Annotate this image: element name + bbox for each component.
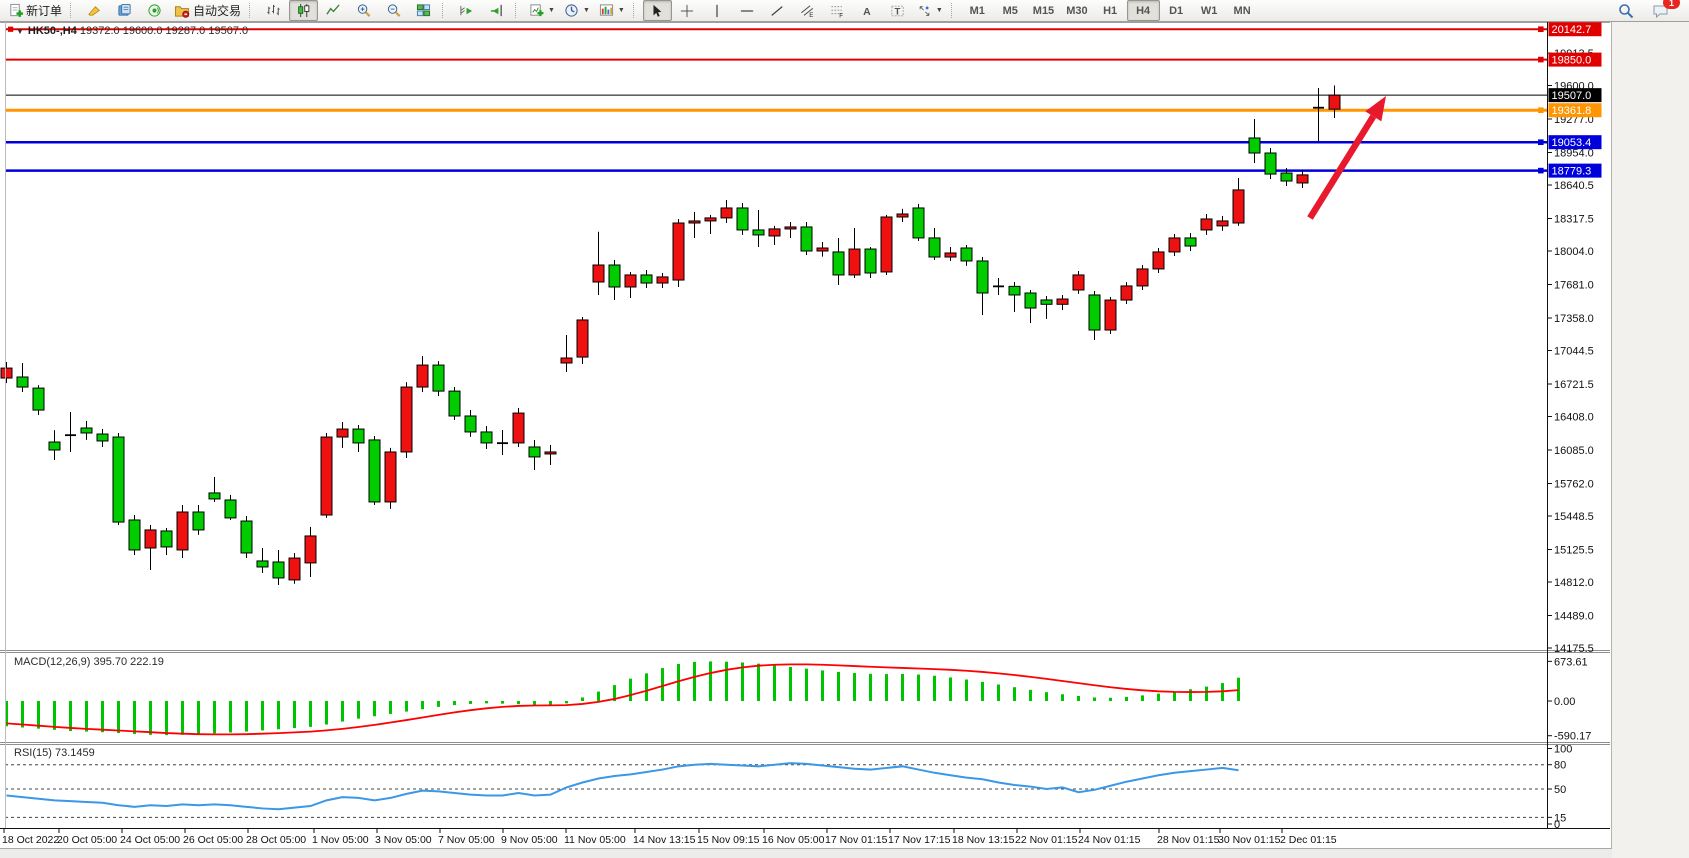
svg-text:17044.5: 17044.5 — [1554, 346, 1594, 358]
svg-text:18779.3: 18779.3 — [1552, 166, 1592, 178]
price-badge-19850.0: 19850.0 — [1549, 53, 1602, 67]
svg-text:2 Dec 01:15: 2 Dec 01:15 — [1280, 834, 1337, 846]
svg-text:17358.0: 17358.0 — [1554, 313, 1594, 325]
svg-text:16408.0: 16408.0 — [1554, 412, 1594, 424]
svg-text:9 Nov 05:00: 9 Nov 05:00 — [501, 834, 558, 846]
svg-text:18 Oct 2022: 18 Oct 2022 — [2, 834, 59, 846]
svg-text:0.00: 0.00 — [1554, 696, 1575, 708]
svg-text:20 Oct 05:00: 20 Oct 05:00 — [57, 834, 117, 846]
svg-text:14489.0: 14489.0 — [1554, 610, 1594, 622]
svg-text:15762.0: 15762.0 — [1554, 478, 1594, 490]
svg-text:18004.0: 18004.0 — [1554, 246, 1594, 258]
chart-background — [0, 22, 1689, 858]
svg-text:18954.0: 18954.0 — [1554, 147, 1594, 159]
line-handle[interactable] — [1538, 57, 1544, 63]
price-badge-19053.4: 19053.4 — [1549, 135, 1602, 149]
status-strip — [0, 848, 1612, 858]
svg-text:7 Nov 05:00: 7 Nov 05:00 — [438, 834, 495, 846]
svg-text:17 Nov 01:15: 17 Nov 01:15 — [825, 834, 888, 846]
svg-text:16 Nov 05:00: 16 Nov 05:00 — [762, 834, 825, 846]
price-badge-18779.3: 18779.3 — [1549, 164, 1602, 178]
svg-text:24 Oct 05:00: 24 Oct 05:00 — [120, 834, 180, 846]
svg-text:19850.0: 19850.0 — [1552, 55, 1592, 67]
price-badge-19507.0: 19507.0 — [1549, 88, 1602, 102]
svg-text:30 Nov 01:15: 30 Nov 01:15 — [1218, 834, 1281, 846]
line-handle[interactable] — [1538, 168, 1544, 174]
svg-text:19361.8: 19361.8 — [1552, 105, 1592, 117]
svg-text:17681.0: 17681.0 — [1554, 279, 1594, 291]
svg-text:18640.5: 18640.5 — [1554, 180, 1594, 192]
svg-text:673.61: 673.61 — [1554, 656, 1588, 668]
line-handle[interactable] — [8, 27, 13, 32]
svg-text:18317.5: 18317.5 — [1554, 213, 1594, 225]
chart-canvas: 19913.519600.019277.018954.018640.518317… — [0, 0, 1689, 858]
svg-text:3 Nov 05:00: 3 Nov 05:00 — [375, 834, 432, 846]
svg-text:50: 50 — [1554, 784, 1566, 796]
svg-text:15448.5: 15448.5 — [1554, 511, 1594, 523]
svg-text:15125.5: 15125.5 — [1554, 544, 1594, 556]
price-badge-20142.7: 20142.7 — [1549, 22, 1602, 36]
mt4-window: 新订单 自动交易 ▼ ▼ ▼ E F A T ▼ M — [0, 0, 1689, 858]
svg-text:16085.0: 16085.0 — [1554, 445, 1594, 457]
svg-text:19507.0: 19507.0 — [1552, 90, 1592, 102]
svg-text:18 Nov 13:15: 18 Nov 13:15 — [952, 834, 1015, 846]
svg-text:16721.5: 16721.5 — [1554, 379, 1594, 391]
svg-text:100: 100 — [1554, 744, 1572, 756]
line-handle[interactable] — [1538, 26, 1544, 32]
svg-text:14175.5: 14175.5 — [1554, 643, 1594, 655]
svg-text:26 Oct 05:00: 26 Oct 05:00 — [183, 834, 243, 846]
svg-text:19053.4: 19053.4 — [1552, 137, 1592, 149]
svg-text:11 Nov 05:00: 11 Nov 05:00 — [564, 834, 626, 846]
svg-text:14 Nov 13:15: 14 Nov 13:15 — [633, 834, 696, 846]
svg-text:22 Nov 01:15: 22 Nov 01:15 — [1015, 834, 1078, 846]
svg-text:15 Nov 09:15: 15 Nov 09:15 — [697, 834, 760, 846]
svg-text:20142.7: 20142.7 — [1552, 24, 1592, 36]
svg-text:-590.17: -590.17 — [1554, 731, 1591, 743]
line-handle[interactable] — [1538, 139, 1544, 145]
svg-text:80: 80 — [1554, 760, 1566, 772]
svg-text:1 Nov 05:00: 1 Nov 05:00 — [312, 834, 369, 846]
line-handle[interactable] — [1538, 107, 1544, 113]
svg-text:24 Nov 01:15: 24 Nov 01:15 — [1078, 834, 1141, 846]
svg-text:17 Nov 17:15: 17 Nov 17:15 — [888, 834, 951, 846]
svg-text:28 Oct 05:00: 28 Oct 05:00 — [246, 834, 306, 846]
price-badge-19361.8: 19361.8 — [1549, 103, 1602, 117]
svg-text:28 Nov 01:15: 28 Nov 01:15 — [1157, 834, 1220, 846]
svg-text:14812.0: 14812.0 — [1554, 577, 1594, 589]
svg-text:0: 0 — [1554, 819, 1560, 831]
